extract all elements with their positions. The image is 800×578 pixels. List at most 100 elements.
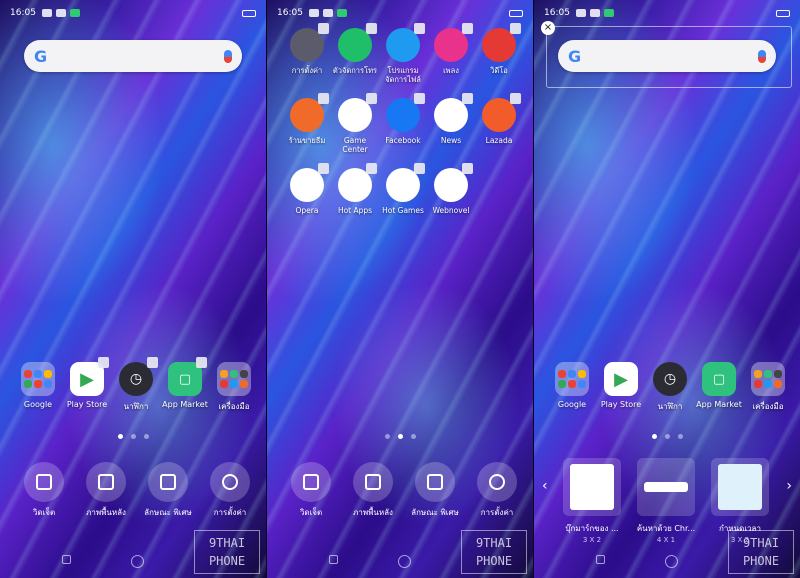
recents-button[interactable] [329, 555, 338, 564]
page-dot[interactable] [117, 434, 123, 439]
home-button[interactable] [398, 555, 411, 568]
select-checkbox[interactable] [414, 93, 425, 104]
watermark-line: 9THAI [475, 536, 513, 550]
app-play-store[interactable]: ▶ Play Store [597, 362, 645, 413]
page-indicator[interactable] [267, 434, 533, 439]
button-label: ลักษณะ พิเศษ [144, 508, 192, 517]
google-search-bar[interactable]: G [24, 40, 242, 72]
app-icon-tile[interactable]: วิดีโอ [475, 23, 523, 84]
app-label: Play Store [66, 400, 108, 409]
recents-button[interactable] [62, 555, 71, 564]
select-checkbox[interactable] [366, 163, 377, 174]
app-market[interactable]: ▢ App Market [161, 357, 209, 413]
home-button[interactable] [665, 555, 678, 568]
select-checkbox[interactable] [414, 163, 425, 174]
select-checkbox[interactable] [414, 23, 425, 34]
page-dot[interactable] [143, 434, 149, 439]
app-icon-tile[interactable]: Game Center [331, 93, 379, 154]
button-label: วิดเจ็ต [32, 508, 56, 517]
status-time: 16:05 [10, 8, 36, 18]
app-clock[interactable]: ◷ นาฬิกา [112, 357, 160, 413]
button-label: การตั้งค่า [480, 508, 514, 517]
app-google-folder[interactable]: Google [548, 362, 596, 413]
notification-icon [575, 9, 586, 17]
select-checkbox[interactable] [318, 163, 329, 174]
widget-bookmarks[interactable]: บุ๊กมาร์กของ ... 3 X 2 [560, 458, 624, 544]
select-checkbox[interactable] [462, 93, 473, 104]
app-icon-tile[interactable]: โปรแกรมจัดการไฟล์ [379, 23, 427, 84]
google-icon: G [568, 46, 582, 66]
select-checkbox[interactable] [510, 23, 521, 34]
effects-icon [160, 474, 176, 490]
widget-size: 3 X 2 [582, 536, 602, 544]
shopping-bag-icon: ▢ [702, 362, 736, 396]
app-label: นาฬิกา [123, 402, 149, 411]
app-google-folder[interactable]: Google [14, 362, 62, 413]
select-checkbox[interactable] [147, 357, 158, 368]
image-icon [365, 474, 381, 490]
select-checkbox[interactable] [366, 93, 377, 104]
notification-icon [308, 9, 319, 17]
page-indicator[interactable] [534, 434, 800, 439]
wallpaper-button[interactable]: ภาพพื้นหลัง [80, 462, 132, 518]
chevron-right-icon[interactable]: › [786, 478, 792, 494]
app-icon-tile[interactable]: Hot Apps [331, 163, 379, 215]
page-dot[interactable] [664, 434, 670, 439]
widgets-button[interactable]: วิดเจ็ต [285, 462, 337, 518]
select-checkbox[interactable] [366, 23, 377, 34]
app-label: ร้านขายธีม [288, 136, 326, 145]
app-clock[interactable]: ◷ นาฬิกา [646, 362, 694, 413]
mic-icon[interactable] [758, 49, 766, 63]
app-label: Hot Games [382, 206, 424, 215]
settings-button[interactable]: การตั้งค่า [204, 462, 256, 518]
wallpaper-button[interactable]: ภาพพื้นหลัง [347, 462, 399, 518]
page-indicator[interactable] [0, 434, 266, 439]
home-button[interactable] [131, 555, 144, 568]
battery-icon [776, 9, 790, 17]
app-icon-tile[interactable]: Hot Games [379, 163, 427, 215]
app-icon-tile[interactable]: Opera [283, 163, 331, 215]
select-checkbox[interactable] [318, 93, 329, 104]
select-checkbox[interactable] [462, 163, 473, 174]
app-icon-tile[interactable]: Facebook [379, 93, 427, 154]
mic-icon[interactable] [224, 49, 232, 63]
select-checkbox[interactable] [318, 23, 329, 34]
app-icon-tile[interactable]: ร้านขายธีม [283, 93, 331, 154]
select-checkbox[interactable] [98, 357, 109, 368]
recents-button[interactable] [596, 555, 605, 564]
app-tools-folder[interactable]: เครื่องมือ [210, 362, 258, 413]
app-icon-tile[interactable]: Lazada [475, 93, 523, 154]
close-icon[interactable]: × [541, 21, 555, 35]
button-label: ภาพพื้นหลัง [353, 508, 393, 517]
google-search-bar[interactable]: G [558, 40, 776, 72]
chevron-left-icon[interactable]: ‹ [542, 478, 548, 494]
page-dot[interactable] [397, 434, 403, 439]
page-dot[interactable] [677, 434, 683, 439]
battery-icon [242, 9, 256, 17]
page-dot[interactable] [130, 434, 136, 439]
app-icon-tile[interactable]: เพลง [427, 23, 475, 84]
page-dot[interactable] [384, 434, 390, 439]
app-icon-tile[interactable]: ตัวจัดการโทร [331, 23, 379, 84]
select-checkbox[interactable] [196, 357, 207, 368]
effects-button[interactable]: ลักษณะ พิเศษ [142, 462, 194, 518]
select-checkbox[interactable] [462, 23, 473, 34]
widget-label: ค้นหาด้วย Chr... [636, 524, 696, 533]
widget-chrome-search[interactable]: ค้นหาด้วย Chr... 4 X 1 [634, 458, 698, 544]
app-label: เพลง [443, 66, 459, 75]
page-dot[interactable] [410, 434, 416, 439]
app-label: Opera [295, 206, 319, 215]
app-tools-folder[interactable]: เครื่องมือ [744, 362, 792, 413]
settings-button[interactable]: การตั้งค่า [471, 462, 523, 518]
select-checkbox[interactable] [510, 93, 521, 104]
app-icon-tile[interactable]: การตั้งค่า [283, 23, 331, 84]
widgets-button[interactable]: วิดเจ็ต [18, 462, 70, 518]
app-market[interactable]: ▢ App Market [695, 362, 743, 413]
app-label: Hot Apps [337, 206, 373, 215]
button-label: ภาพพื้นหลัง [86, 508, 126, 517]
app-icon-tile[interactable]: Webnovel [427, 163, 475, 215]
effects-button[interactable]: ลักษณะ พิเศษ [409, 462, 461, 518]
page-dot[interactable] [651, 434, 657, 439]
app-icon-tile[interactable]: News [427, 93, 475, 154]
app-play-store[interactable]: ▶ Play Store [63, 357, 111, 413]
